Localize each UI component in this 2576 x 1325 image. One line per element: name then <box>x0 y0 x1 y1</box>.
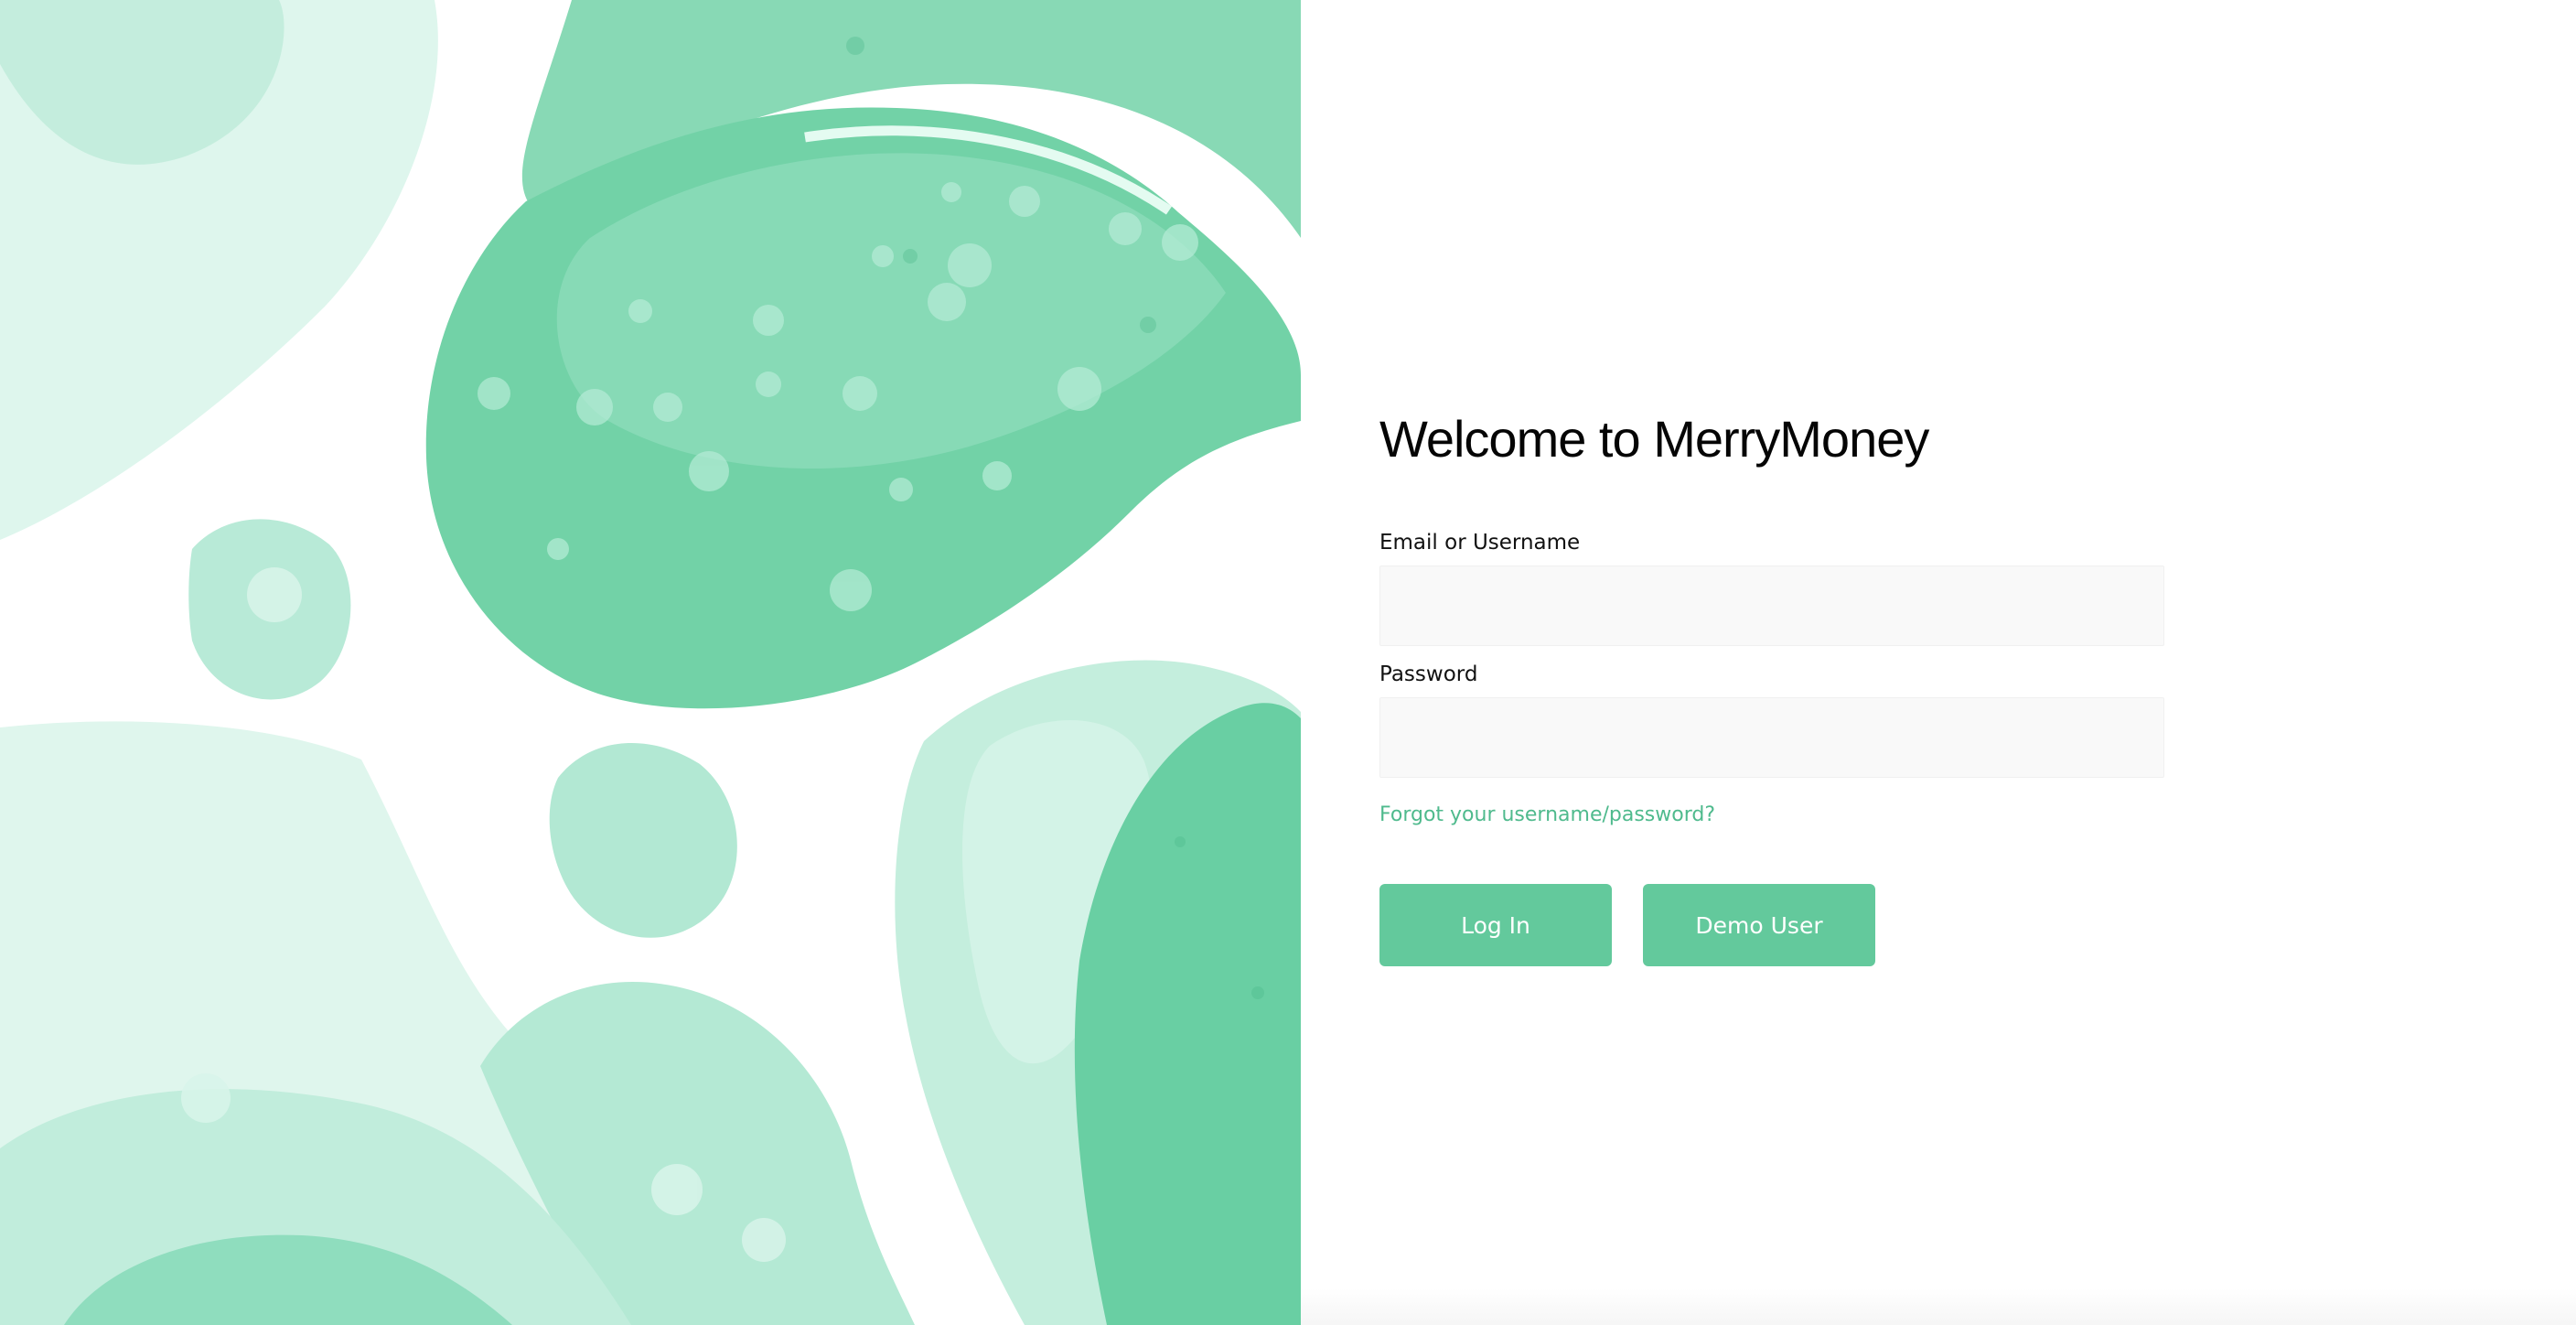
forgot-credentials-link[interactable]: Forgot your username/password? <box>1379 802 1715 829</box>
bottom-shadow <box>1301 1288 2576 1325</box>
fluid-art-icon <box>0 0 1301 1325</box>
login-actions: Log In Demo User <box>1379 884 2166 966</box>
email-label: Email or Username <box>1379 531 1581 555</box>
login-panel: Welcome to MerryMoney Email or Username … <box>1301 0 2576 1325</box>
email-username-input[interactable] <box>1379 566 2164 646</box>
login-page: Welcome to MerryMoney Email or Username … <box>0 0 2576 1325</box>
demo-user-button[interactable]: Demo User <box>1643 884 1875 966</box>
login-form: Welcome to MerryMoney Email or Username … <box>1379 403 2166 966</box>
password-label: Password <box>1379 662 1478 686</box>
log-in-button[interactable]: Log In <box>1379 884 1612 966</box>
green-fluid-artwork <box>0 0 1301 1325</box>
page-title: Welcome to MerryMoney <box>1379 410 1929 468</box>
password-input[interactable] <box>1379 697 2164 778</box>
